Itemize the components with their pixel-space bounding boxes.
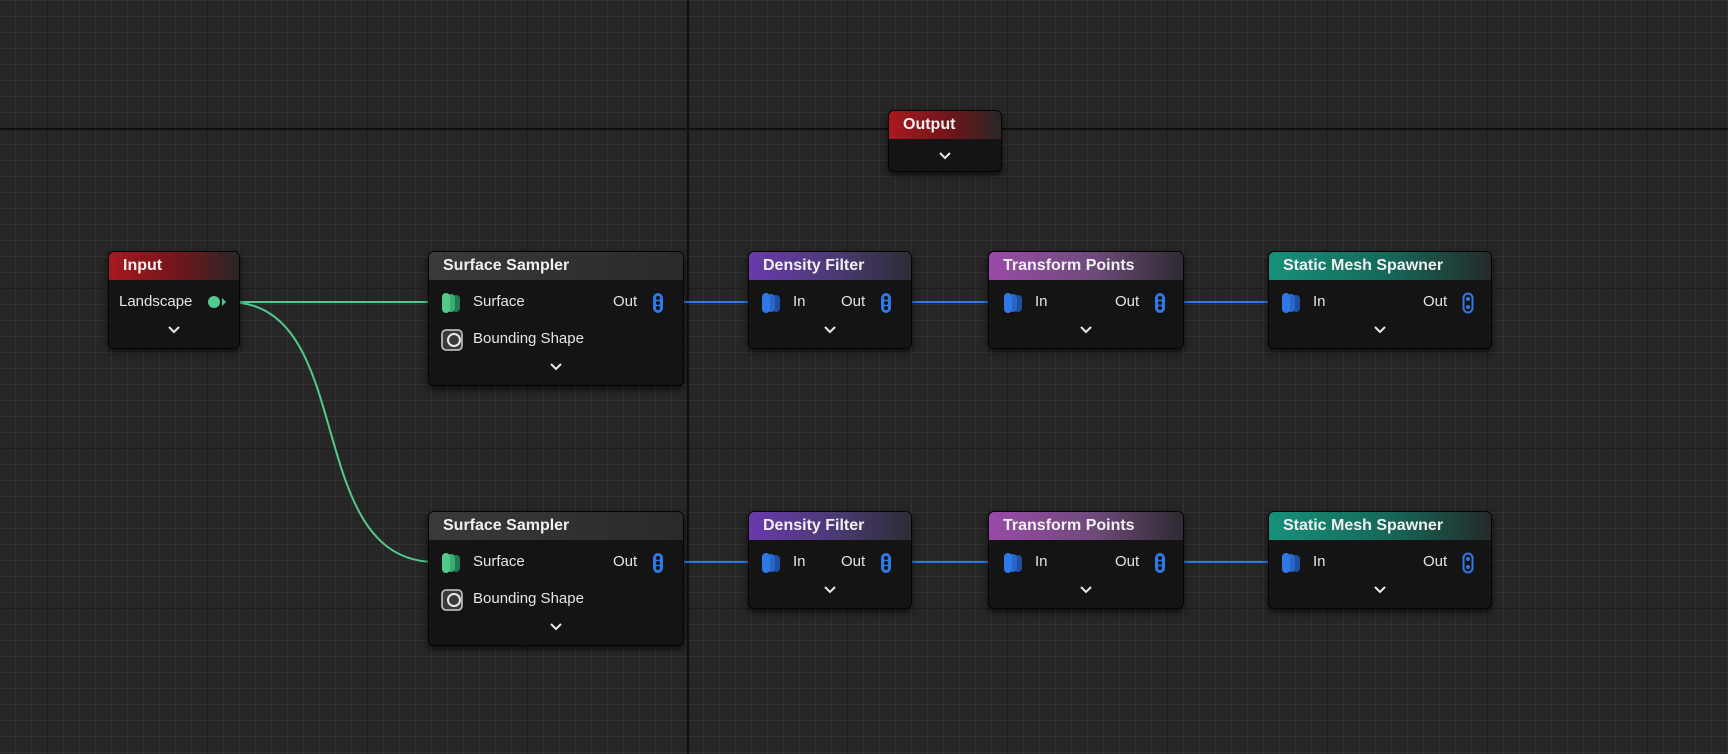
in-pin-label: In [793, 293, 806, 310]
out-pin-label: Out [613, 293, 638, 310]
surface-sampler-title: Surface Sampler [429, 252, 683, 280]
out-pin-label: Out [1115, 293, 1140, 310]
blue-point-out-icon[interactable] [879, 552, 893, 574]
out-pin-label: Out [1423, 293, 1448, 310]
out-pin-label: Out [841, 293, 866, 310]
transform-points-node-upper[interactable]: Transform Points In Out [988, 251, 1184, 349]
chevron-down-icon[interactable] [823, 325, 837, 334]
input-node[interactable]: Input Landscape [108, 251, 240, 349]
chevron-down-icon[interactable] [549, 622, 563, 631]
stacked-points-blue-icon[interactable] [761, 292, 783, 314]
bounding-shape-pin-row: Bounding Shape [429, 587, 683, 611]
stacked-points-blue-icon[interactable] [1281, 292, 1303, 314]
bounding-shape-pin-label: Bounding Shape [473, 330, 584, 347]
out-pin-label: Out [841, 553, 866, 570]
in-pin-label: In [1035, 293, 1048, 310]
chevron-down-icon[interactable] [938, 151, 952, 160]
out-pin-label: Out [613, 553, 638, 570]
blue-point-out-icon[interactable] [1153, 552, 1167, 574]
output-node-title: Output [889, 111, 1001, 139]
in-pin-label: In [793, 553, 806, 570]
landscape-pin-row: Landscape [109, 290, 239, 314]
in-out-pin-row: In Out [749, 290, 911, 314]
blue-point-out-hollow-icon[interactable] [1461, 292, 1475, 314]
connection-wires [227, 301, 1278, 563]
in-out-pin-row: In Out [1269, 290, 1491, 314]
in-out-pin-row: In Out [1269, 550, 1491, 574]
transform-points-title: Transform Points [989, 252, 1183, 280]
density-filter-title: Density Filter [749, 252, 911, 280]
blue-point-out-hollow-icon[interactable] [1461, 552, 1475, 574]
surface-pin-label: Surface [473, 293, 525, 310]
blue-point-out-icon[interactable] [879, 292, 893, 314]
bounding-shape-pin-label: Bounding Shape [473, 590, 584, 607]
chevron-down-icon[interactable] [1079, 325, 1093, 334]
static-mesh-spawner-title: Static Mesh Spawner [1269, 252, 1491, 280]
transform-points-node-lower[interactable]: Transform Points In Out [988, 511, 1184, 609]
static-mesh-spawner-node-lower[interactable]: Static Mesh Spawner In Out [1268, 511, 1492, 609]
chevron-down-icon[interactable] [1373, 585, 1387, 594]
density-filter-title: Density Filter [749, 512, 911, 540]
in-pin-label: In [1313, 553, 1326, 570]
blue-point-out-icon[interactable] [651, 552, 665, 574]
stacked-surface-green-icon[interactable] [441, 552, 463, 574]
surface-pin-row: Surface Out [429, 550, 683, 574]
chevron-down-icon[interactable] [167, 325, 181, 334]
chevron-down-icon[interactable] [1373, 325, 1387, 334]
out-pin-label: Out [1423, 553, 1448, 570]
surface-pin-row: Surface Out [429, 290, 683, 314]
static-mesh-spawner-node-upper[interactable]: Static Mesh Spawner In Out [1268, 251, 1492, 349]
surface-pin-label: Surface [473, 553, 525, 570]
in-out-pin-row: In Out [749, 550, 911, 574]
chevron-down-icon[interactable] [549, 362, 563, 371]
output-node[interactable]: Output [888, 110, 1002, 172]
stacked-points-blue-icon[interactable] [1003, 552, 1025, 574]
input-node-title: Input [109, 252, 239, 280]
landscape-pin-label: Landscape [119, 293, 193, 310]
bounding-shape-pin-row: Bounding Shape [429, 327, 683, 351]
surface-sampler-title: Surface Sampler [429, 512, 683, 540]
transform-points-title: Transform Points [989, 512, 1183, 540]
in-pin-label: In [1313, 293, 1326, 310]
chevron-down-icon[interactable] [1079, 585, 1093, 594]
chevron-down-icon[interactable] [823, 585, 837, 594]
density-filter-node-upper[interactable]: Density Filter In Out [748, 251, 912, 349]
blue-point-out-icon[interactable] [1153, 292, 1167, 314]
density-filter-node-lower[interactable]: Density Filter In Out [748, 511, 912, 609]
out-pin-label: Out [1115, 553, 1140, 570]
surface-sampler-node-upper[interactable]: Surface Sampler Surface Out Bounding Sha… [428, 251, 684, 386]
stacked-surface-green-icon[interactable] [441, 292, 463, 314]
stacked-points-blue-icon[interactable] [1003, 292, 1025, 314]
bounding-shape-icon[interactable] [441, 589, 463, 611]
in-out-pin-row: In Out [989, 290, 1183, 314]
in-pin-label: In [1035, 553, 1048, 570]
stacked-points-blue-icon[interactable] [761, 552, 783, 574]
green-dot-arrow-icon[interactable] [207, 295, 227, 309]
surface-sampler-node-lower[interactable]: Surface Sampler Surface Out Bounding Sha… [428, 511, 684, 646]
stacked-points-blue-icon[interactable] [1281, 552, 1303, 574]
bounding-shape-icon[interactable] [441, 329, 463, 351]
in-out-pin-row: In Out [989, 550, 1183, 574]
wire-landscape-to-surface-lower[interactable] [227, 301, 437, 563]
blue-point-out-icon[interactable] [651, 292, 665, 314]
static-mesh-spawner-title: Static Mesh Spawner [1269, 512, 1491, 540]
